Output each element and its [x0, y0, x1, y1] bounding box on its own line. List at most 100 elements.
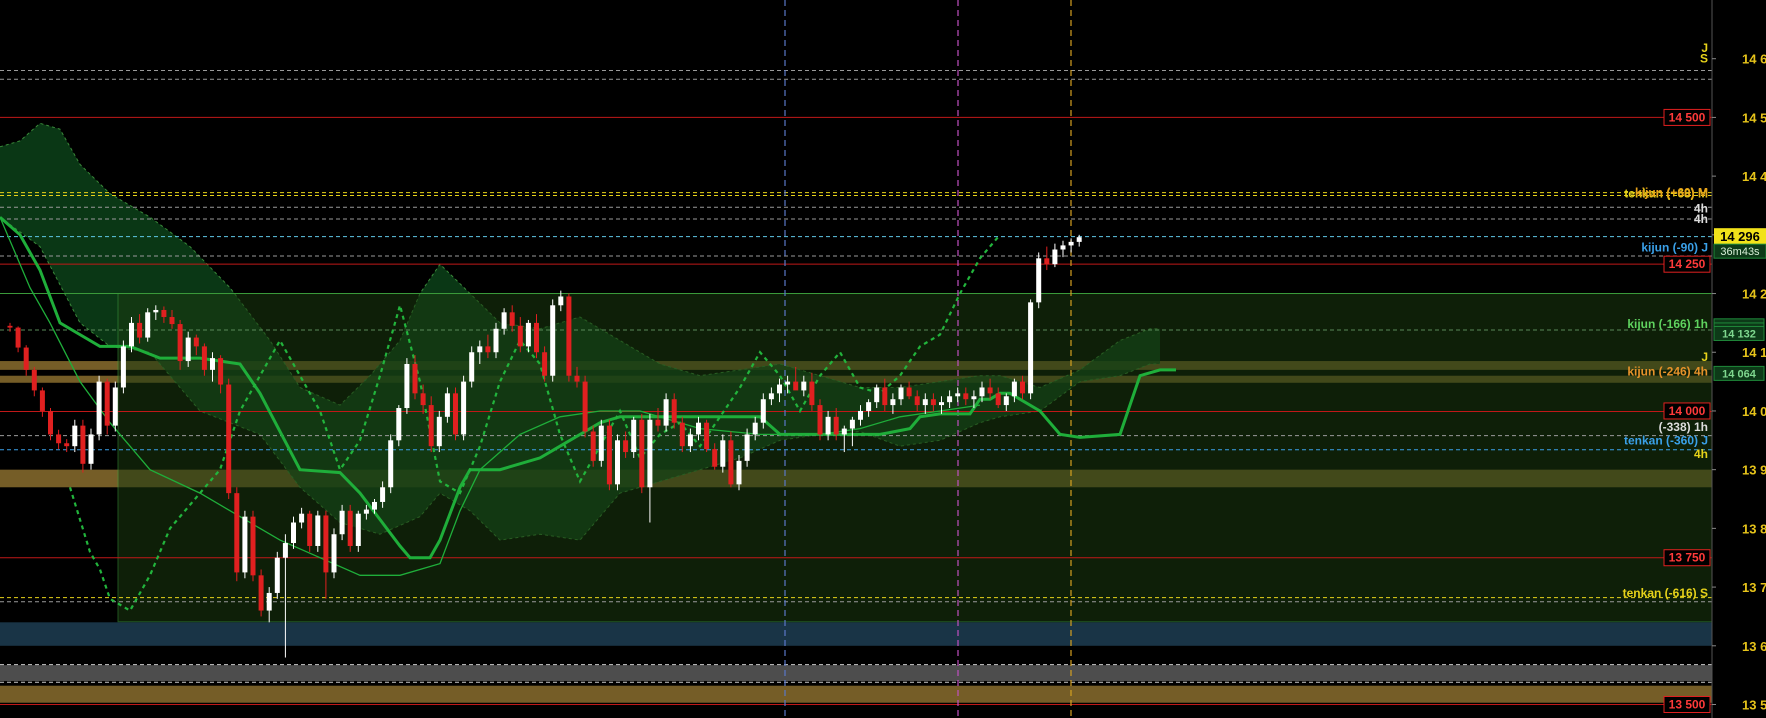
candle-body[interactable] [849, 419, 855, 429]
candle-body[interactable] [582, 381, 588, 432]
candle-body[interactable] [930, 399, 936, 406]
candle-body[interactable] [218, 358, 224, 385]
candle-body[interactable] [971, 396, 977, 400]
candle-body[interactable] [939, 402, 944, 406]
candle-body[interactable] [15, 327, 21, 348]
candle-body[interactable] [874, 387, 880, 403]
candle-body[interactable] [914, 396, 920, 406]
candle-body[interactable] [574, 375, 580, 382]
current-price-box[interactable]: 14 296 36m43s [1713, 228, 1766, 259]
candle-body[interactable] [56, 434, 62, 444]
candle-body[interactable] [501, 312, 507, 329]
candle-body[interactable] [477, 346, 483, 353]
candle-body[interactable] [866, 402, 872, 411]
candle-body[interactable] [404, 363, 410, 409]
candle-body[interactable] [461, 381, 467, 435]
candle-body[interactable] [201, 346, 207, 370]
candle-body[interactable] [696, 422, 701, 435]
candle-body[interactable] [809, 381, 815, 406]
candle-body[interactable] [72, 425, 78, 447]
level-box[interactable]: 14 250 [1663, 255, 1711, 273]
candle-body[interactable] [979, 387, 985, 397]
candle-body[interactable] [995, 393, 1001, 406]
candle-body[interactable] [947, 396, 953, 403]
candle-body[interactable] [323, 515, 329, 573]
candle-body[interactable] [31, 369, 37, 391]
candle-body[interactable] [39, 390, 45, 411]
candle-body[interactable] [542, 352, 548, 376]
candle-body[interactable] [687, 434, 693, 447]
candle-body[interactable] [801, 381, 807, 391]
candle-body[interactable] [291, 522, 296, 544]
candle-body[interactable] [210, 358, 215, 370]
candle-body[interactable] [736, 460, 742, 485]
candle-body[interactable] [23, 347, 29, 370]
candle-body[interactable] [453, 393, 458, 435]
candle-body[interactable] [80, 425, 86, 464]
candle-body[interactable] [1020, 381, 1025, 394]
candle-body[interactable] [1036, 258, 1042, 303]
candle-body[interactable] [1028, 302, 1034, 394]
candle-body[interactable] [1060, 245, 1066, 250]
candle-body[interactable] [396, 408, 402, 441]
candle-body[interactable] [525, 322, 531, 347]
candle-body[interactable] [282, 543, 288, 558]
candle-body[interactable] [631, 419, 637, 453]
candle-body[interactable] [469, 352, 475, 382]
candle-body[interactable] [177, 324, 183, 362]
candle-body[interactable] [153, 309, 159, 313]
candle-body[interactable] [906, 387, 912, 397]
candle-body[interactable] [161, 309, 167, 318]
candle-body[interactable] [274, 557, 280, 593]
candlestick-chart[interactable]: tenkan (+68) Mkijun (+60) M4h4hkijun (-9… [0, 0, 1766, 718]
candle-body[interactable] [185, 337, 191, 362]
candle-body[interactable] [485, 346, 491, 353]
candle-body[interactable] [606, 425, 612, 485]
candle-body[interactable] [963, 393, 969, 400]
level-box[interactable]: 13 750 [1663, 549, 1711, 567]
candle-body[interactable] [112, 387, 118, 426]
candle-body[interactable] [428, 405, 434, 447]
candle-body[interactable] [639, 419, 645, 488]
candle-body[interactable] [558, 296, 564, 306]
candle-body[interactable] [1044, 258, 1050, 265]
candle-body[interactable] [858, 410, 863, 420]
candle-body[interactable] [534, 322, 539, 353]
candle-body[interactable] [493, 328, 499, 353]
candle-body[interactable] [671, 399, 677, 423]
candle-body[interactable] [647, 419, 653, 488]
candle-body[interactable] [7, 325, 13, 328]
candle-body[interactable] [1003, 396, 1009, 406]
candle-body[interactable] [104, 381, 110, 426]
candle-body[interactable] [760, 399, 766, 423]
candle-body[interactable] [64, 443, 70, 447]
candle-body[interactable] [817, 405, 823, 435]
level-box[interactable]: 14 500 [1663, 108, 1711, 126]
candle-body[interactable] [1052, 249, 1058, 265]
candle-body[interactable] [550, 305, 556, 376]
candle-body[interactable] [193, 337, 199, 347]
candle-body[interactable] [380, 487, 386, 502]
candle-body[interactable] [785, 381, 791, 385]
candle-body[interactable] [720, 440, 726, 467]
candle-body[interactable] [793, 381, 799, 391]
candle-body[interactable] [250, 516, 256, 576]
candle-body[interactable] [712, 449, 718, 467]
candle-body[interactable] [339, 510, 345, 535]
candle-body[interactable] [777, 384, 782, 394]
candle-body[interactable] [145, 312, 151, 338]
candle-body[interactable] [615, 440, 620, 485]
candle-body[interactable] [436, 416, 442, 447]
candle-body[interactable] [347, 510, 353, 546]
candle-body[interactable] [841, 428, 847, 435]
candle-body[interactable] [890, 399, 896, 406]
candle-body[interactable] [1011, 381, 1017, 397]
candle-body[interactable] [898, 387, 904, 400]
candle-body[interactable] [266, 592, 272, 611]
candle-body[interactable] [566, 296, 572, 376]
candle-body[interactable] [955, 393, 961, 397]
candle-body[interactable] [307, 513, 313, 546]
candle-body[interactable] [663, 399, 669, 426]
candle-body[interactable] [234, 493, 240, 573]
candle-body[interactable] [509, 312, 515, 326]
